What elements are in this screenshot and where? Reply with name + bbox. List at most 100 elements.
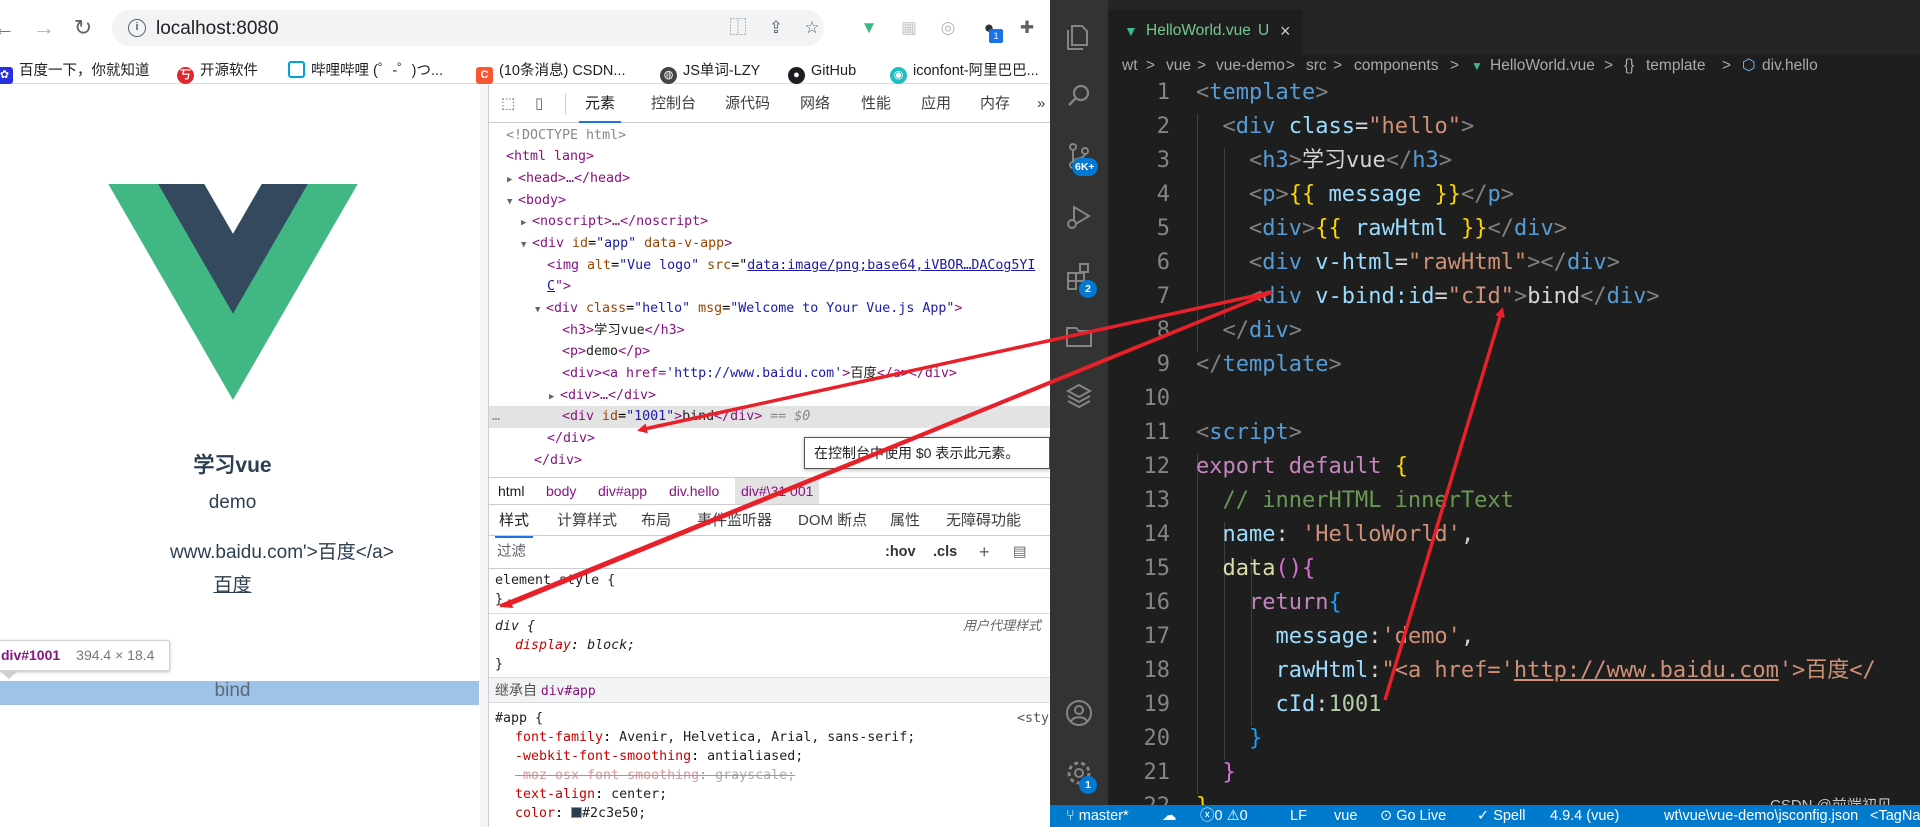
code-editor[interactable]: 1 <template> 2 <div class="hello"> 3 <h3>… bbox=[1108, 80, 1920, 819]
dom-line-div-a[interactable]: <div><a href='http://www.baidu.com'>百度</… bbox=[489, 363, 1050, 385]
bookmark-github[interactable]: ● GitHub bbox=[788, 59, 856, 84]
tab-helloworld-vue[interactable]: ▼ HelloWorld.vue U × bbox=[1108, 10, 1303, 54]
crumb-body[interactable]: body bbox=[546, 478, 576, 504]
new-rule-icon[interactable]: + bbox=[979, 536, 990, 569]
app-decl-font-family[interactable]: font-family: Avenir, Helvetica, Arial, s… bbox=[489, 728, 1050, 747]
app-decl-color[interactable]: color: #2c3e50; bbox=[489, 804, 1050, 823]
tab-network[interactable]: 网络 bbox=[800, 85, 830, 123]
extension-icon[interactable]: ▦ bbox=[896, 15, 922, 41]
app-rule[interactable]: #app { bbox=[489, 709, 1050, 728]
layers-icon[interactable] bbox=[1063, 380, 1095, 412]
crumb-1001[interactable]: div#\31 001 bbox=[735, 478, 820, 504]
expand-triangle-icon[interactable]: ▶ bbox=[521, 213, 532, 235]
app-decl-webkit-smoothing[interactable]: -webkit-font-smoothing: antialiased; bbox=[489, 747, 1050, 766]
close-icon[interactable]: × bbox=[1280, 11, 1291, 51]
forward-icon[interactable]: → bbox=[30, 14, 58, 42]
language-status[interactable]: vue bbox=[1334, 805, 1357, 827]
back-icon[interactable]: ← bbox=[0, 14, 18, 42]
version-status[interactable]: 4.9.4 (vue) bbox=[1550, 805, 1619, 827]
display-decl: display: block; bbox=[515, 638, 636, 653]
eol-status[interactable]: LF bbox=[1290, 805, 1307, 827]
tab-memory[interactable]: 内存 bbox=[980, 85, 1010, 123]
address-bar[interactable]: i localhost:8080 ⿰ ⇪ ☆ bbox=[112, 10, 824, 46]
explorer-icon[interactable] bbox=[1063, 20, 1095, 52]
app-decl-text-align[interactable]: text-align: center; bbox=[489, 785, 1050, 804]
jsconfig-status[interactable]: wt\vue\vue-demo\jsconfig.json bbox=[1664, 805, 1858, 827]
tab-properties[interactable]: 属性 bbox=[890, 506, 920, 536]
color-swatch-icon[interactable] bbox=[571, 807, 583, 818]
crumb-html[interactable]: html bbox=[498, 478, 524, 504]
bookmark-baidu[interactable]: ✿ 百度一下，你就知道 bbox=[0, 59, 150, 84]
dom-line-p[interactable]: <p>demo</p> bbox=[489, 341, 1050, 363]
dom-line-head[interactable]: ▶ <head>…</head> bbox=[489, 168, 1050, 190]
reload-icon[interactable]: ↻ bbox=[69, 14, 97, 42]
bookmark-js[interactable]: ◍ JS单词-LZY bbox=[660, 59, 760, 84]
translate-icon[interactable]: ⿰ bbox=[726, 16, 750, 40]
branch-status[interactable]: ⑂ master* bbox=[1066, 805, 1129, 827]
problems-status[interactable]: ⓧ0 ⚠0 bbox=[1200, 805, 1248, 827]
oschina-icon: 丂 bbox=[177, 67, 194, 84]
inspect-element-icon[interactable]: ⬚ bbox=[501, 85, 515, 123]
iconfont-icon: ◉ bbox=[890, 67, 907, 84]
tab-event-listeners[interactable]: 事件监听器 bbox=[697, 506, 772, 536]
paint-icon[interactable]: ▤ bbox=[1013, 536, 1027, 569]
crumb-app[interactable]: div#app bbox=[598, 478, 647, 504]
account-icon[interactable] bbox=[1063, 697, 1095, 729]
bookmark-iconfont[interactable]: ◉ iconfont-阿里巴巴... bbox=[890, 59, 1039, 84]
share-icon[interactable]: ⇪ bbox=[764, 16, 788, 40]
crumb-hello[interactable]: div.hello bbox=[669, 478, 719, 504]
vue-devtools-extension-icon[interactable]: ▼ bbox=[856, 15, 882, 41]
app-rule-source[interactable]: <sty bbox=[1017, 709, 1049, 728]
dom-line-img[interactable]: <img alt="Vue logo" src="data:image/png;… bbox=[489, 255, 1050, 277]
tab-accessibility[interactable]: 无障碍功能 bbox=[946, 506, 1021, 536]
tagname-status[interactable]: <TagName p bbox=[1870, 805, 1920, 827]
dom-line-img-cont[interactable]: C"> bbox=[489, 276, 1050, 298]
extensions-puzzle-icon[interactable]: ✚ bbox=[1014, 15, 1040, 41]
cls-toggle[interactable]: .cls bbox=[933, 536, 957, 569]
bookmark-csdn[interactable]: C (10条消息) CSDN... bbox=[476, 59, 626, 84]
golive-status[interactable]: ⊙ Go Live bbox=[1380, 805, 1446, 827]
run-debug-icon[interactable] bbox=[1063, 200, 1095, 232]
page-scrollbar[interactable] bbox=[480, 85, 488, 827]
extension-camera-icon[interactable]: ◎ bbox=[935, 15, 961, 41]
collapse-triangle-icon[interactable]: ▼ bbox=[535, 300, 546, 322]
wechat-extension-icon[interactable]: ● 1 bbox=[976, 15, 1003, 43]
dom-line-hello[interactable]: ▼ <div class="hello" msg="Welcome to Your… bbox=[489, 298, 1050, 320]
baidu-link[interactable]: 百度 bbox=[0, 570, 465, 597]
element-style-rule[interactable]: element.style { bbox=[489, 571, 1050, 590]
sync-icon[interactable]: ☁ bbox=[1162, 805, 1177, 827]
tab-computed[interactable]: 计算样式 bbox=[557, 506, 617, 536]
dom-line-noscript[interactable]: ▶ <noscript>…</noscript> bbox=[489, 211, 1050, 233]
device-toolbar-icon[interactable]: ▯ bbox=[535, 85, 543, 123]
tab-application[interactable]: 应用 bbox=[921, 85, 951, 123]
address-url[interactable]: localhost:8080 bbox=[156, 18, 279, 40]
collapse-triangle-icon[interactable]: ▼ bbox=[521, 235, 532, 257]
globe-icon: ◍ bbox=[660, 67, 677, 84]
tab-layout[interactable]: 布局 bbox=[641, 506, 671, 536]
bookmark-star-icon[interactable]: ☆ bbox=[800, 16, 824, 40]
dom-line-app[interactable]: ▼ <div id="app" data-v-app> bbox=[489, 233, 1050, 255]
tab-elements[interactable]: 元素 bbox=[579, 85, 622, 123]
site-info-icon[interactable]: i bbox=[128, 19, 146, 37]
dom-line-doctype[interactable]: <!DOCTYPE html> bbox=[489, 125, 1050, 147]
bookmark-oschina[interactable]: 丂开源软件 bbox=[177, 59, 258, 84]
dom-line-div-collapsed[interactable]: ▶ <div>…</div> bbox=[489, 385, 1050, 407]
hov-toggle[interactable]: :hov bbox=[885, 536, 916, 569]
tab-styles[interactable]: 样式 bbox=[495, 506, 534, 538]
tab-dom-breakpoints[interactable]: DOM 断点 bbox=[798, 506, 867, 536]
spell-status[interactable]: ✓ Spell bbox=[1477, 805, 1525, 827]
search-icon[interactable] bbox=[1063, 80, 1095, 112]
more-tabs-icon[interactable]: » bbox=[1037, 85, 1045, 123]
tab-performance[interactable]: 性能 bbox=[861, 85, 891, 123]
dom-line-html[interactable]: <html lang> bbox=[489, 146, 1050, 168]
expand-triangle-icon[interactable]: ▶ bbox=[507, 170, 518, 192]
tab-console[interactable]: 控制台 bbox=[651, 85, 696, 123]
dom-line-h3[interactable]: <h3>学习vue</h3> bbox=[489, 320, 1050, 342]
bookmark-bilibili[interactable]: 哔哩哔哩 (゜-゜)つ... bbox=[288, 59, 443, 83]
app-decl-moz-smoothing[interactable]: -moz-osx-font-smoothing: grayscale; bbox=[489, 766, 1050, 785]
tab-sources[interactable]: 源代码 bbox=[725, 85, 770, 123]
folder-icon[interactable] bbox=[1063, 320, 1095, 352]
styles-filter-input[interactable]: 过滤 bbox=[497, 536, 526, 569]
dom-line-selected-1001[interactable]: … <div id="1001">bind</div> == $0 bbox=[489, 406, 1050, 428]
dom-line-body[interactable]: ▼ <body> bbox=[489, 190, 1050, 212]
